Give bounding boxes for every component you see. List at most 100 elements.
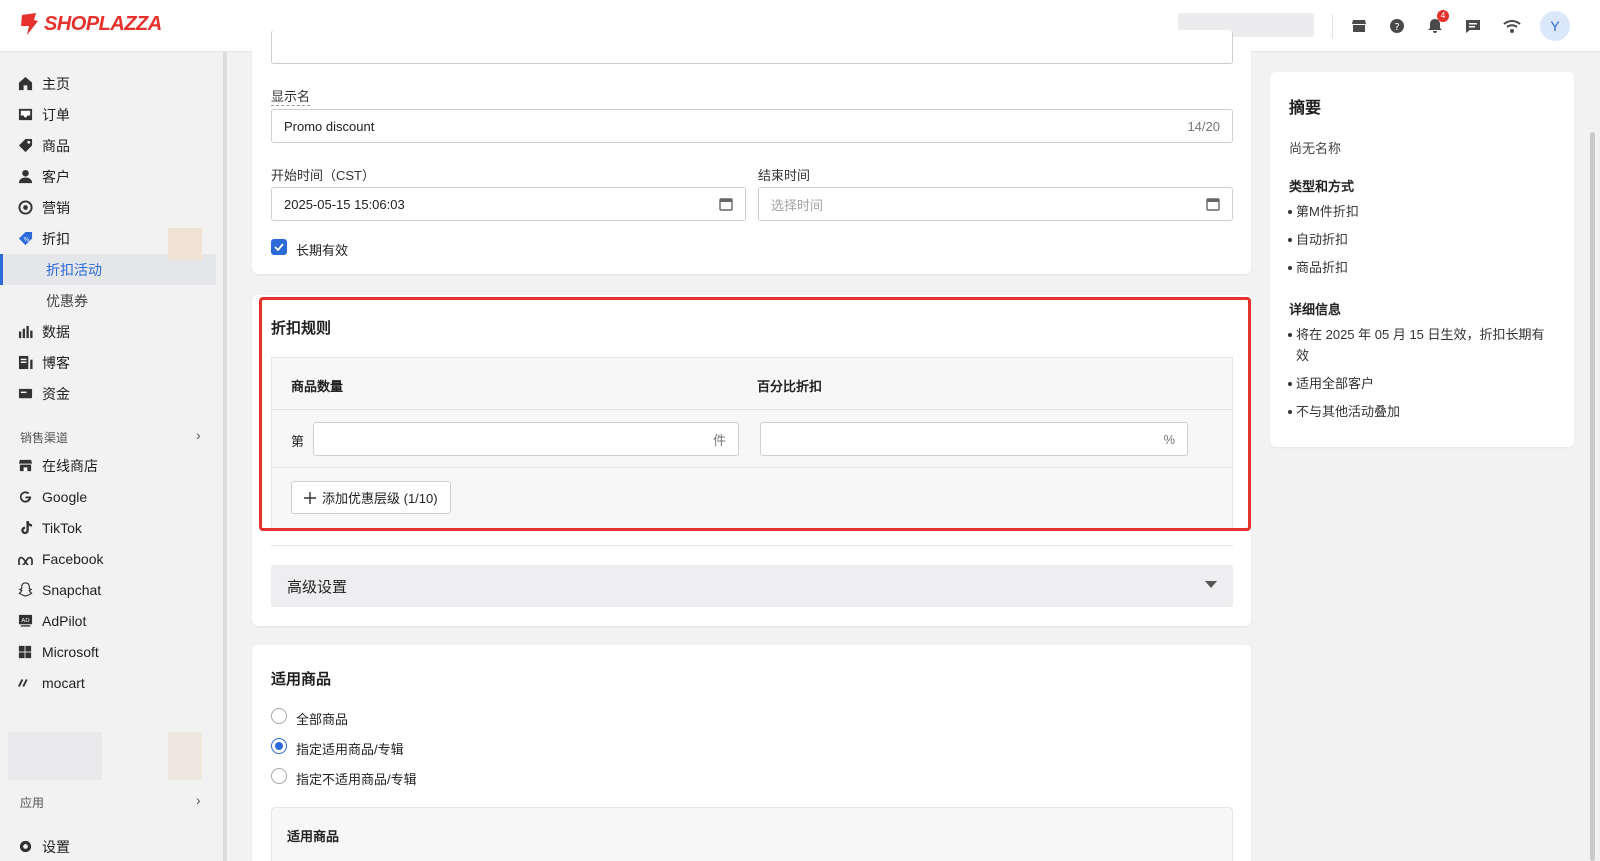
sidebar-item-google[interactable]: Google [0,481,216,512]
long-term-checkbox[interactable] [271,239,287,255]
radio-specific-products[interactable] [271,738,287,754]
sidebar-scrollbar[interactable] [223,52,227,861]
sidebar-item-microsoft[interactable]: Microsoft [0,636,216,667]
end-time-label: 结束时间 [758,168,811,183]
inbox-icon [16,106,34,124]
sidebar-item-settings[interactable]: 设置 [0,831,216,861]
sidebar-item-finance[interactable]: 资金 [0,378,216,409]
chevron-right-icon[interactable]: › [196,427,201,443]
summary-title: 摘要 [1289,100,1322,117]
apps-heading: 应用 [20,796,45,810]
wallet-icon [16,385,34,403]
tiktok-icon [16,519,34,537]
blog-icon [16,354,34,372]
summary-details-title: 详细信息 [1289,302,1342,317]
summary-type-item: 自动折扣 [1288,229,1546,250]
sales-channels-heading: 销售渠道 [20,431,69,445]
sidebar-item-label: 在线商店 [42,457,98,474]
sidebar-item-coupons[interactable]: 优惠券 [0,285,216,316]
user-avatar[interactable]: Y [1540,11,1570,41]
calendar-icon[interactable] [719,197,733,211]
page-scrollbar[interactable] [1590,132,1595,861]
sidebar-item-online-store[interactable]: 在线商店 [0,450,216,481]
sidebar-item-label: 博客 [42,354,70,371]
sidebar-item-marketing[interactable]: 营销 [0,192,216,223]
sidebar-item-label: Snapchat [42,581,102,598]
sidebar-item-label: 资金 [42,385,70,402]
mocart-icon [16,674,34,692]
summary-type-item: 第M件折扣 [1288,201,1546,222]
microsoft-icon [16,643,34,661]
sidebar-item-mocart[interactable]: mocart [0,667,216,698]
summary-panel: 摘要 尚无名称 类型和方式 第M件折扣 自动折扣 商品折扣 详细信息 将在 20… [1270,72,1574,447]
summary-type-item: 商品折扣 [1288,257,1546,278]
sidebar-item-label: 数据 [42,323,70,340]
blurred-app-placeholder [8,732,102,780]
chevron-right-icon[interactable]: › [196,792,201,808]
summary-detail-item: 将在 2025 年 05 月 15 日生效，折扣长期有效 [1288,324,1546,366]
adpilot-icon: AD [16,612,34,630]
sidebar-item-label: 商品 [42,137,70,154]
sidebar-item-label: Microsoft [42,643,99,660]
sidebar-item-label: TikTok [42,519,82,536]
blurred-app-placeholder [168,228,202,260]
sidebar-item-label: 营销 [42,199,70,216]
end-time-input[interactable]: 选择时间 [758,187,1233,221]
highlight-box [259,297,1251,531]
summary-type-title: 类型和方式 [1289,179,1355,194]
display-name-counter: 14/20 [1187,118,1220,134]
radio-label: 指定适用商品/专辑 [296,742,404,757]
brand-name: SHOPLAZZA [44,12,162,35]
applicable-products-box: 适用商品 [271,807,1233,861]
sidebar-item-adpilot[interactable]: AD AdPilot [0,605,216,636]
sidebar-item-blog[interactable]: 博客 [0,347,216,378]
snapchat-icon [16,581,34,599]
sidebar-item-home[interactable]: 主页 [0,68,216,99]
sidebar-item-products[interactable]: 商品 [0,130,216,161]
svg-text:%: % [23,235,29,243]
wifi-icon[interactable] [1502,16,1522,36]
sidebar-item-orders[interactable]: 订单 [0,99,216,130]
long-term-label: 长期有效 [296,243,349,258]
display-name-label: 显示名 [271,86,311,106]
discount-icon: % [16,230,34,248]
sidebar-item-label: 客户 [42,168,70,185]
radio-label: 指定不适用商品/专辑 [296,772,417,787]
sidebar-item-label: 折扣活动 [46,261,102,278]
shoplazza-logo-icon [21,13,38,35]
display-name-input[interactable]: Promo discount 14/20 [271,109,1233,143]
bar-chart-icon [16,323,34,341]
start-time-input[interactable]: 2025-05-15 15:06:03 [271,187,746,221]
sidebar-item-tiktok[interactable]: TikTok [0,512,216,543]
svg-text:?: ? [1394,22,1399,33]
radio-all-products[interactable] [271,708,287,724]
home-icon [16,75,34,93]
sidebar-item-label: Google [42,488,88,505]
sidebar-item-facebook[interactable]: Facebook [0,543,216,574]
sidebar-item-snapchat[interactable]: Snapchat [0,574,216,605]
sidebar-item-label: 设置 [42,838,70,855]
radio-excluded-products[interactable] [271,768,287,784]
advanced-settings-toggle[interactable]: 高级设置 [271,565,1233,607]
summary-detail-item: 适用全部客户 [1288,373,1546,394]
sidebar-item-customers[interactable]: 客户 [0,161,216,192]
gear-icon [16,838,34,856]
sidebar-item-label: Facebook [42,550,104,567]
start-time-label: 开始时间（CST） [271,168,376,183]
title-input-partial[interactable] [271,30,1233,64]
basic-info-card [252,30,1251,274]
summary-detail-item: 不与其他活动叠加 [1288,401,1546,422]
sidebar-item-label: 折扣 [42,230,70,247]
display-name-value: Promo discount [284,118,375,134]
tag-icon [16,137,34,155]
notification-badge: 4 [1437,10,1449,22]
help-icon[interactable]: ? [1387,16,1407,36]
person-icon [16,168,34,186]
store-icon[interactable] [1349,16,1369,36]
calendar-icon[interactable] [1206,197,1220,211]
caret-down-icon [1205,581,1217,588]
chat-icon[interactable] [1463,16,1483,36]
sidebar-item-analytics[interactable]: 数据 [0,316,216,347]
bell-icon[interactable]: 4 [1425,10,1449,36]
shoplazza-logo[interactable]: SHOPLAZZA [18,12,162,36]
